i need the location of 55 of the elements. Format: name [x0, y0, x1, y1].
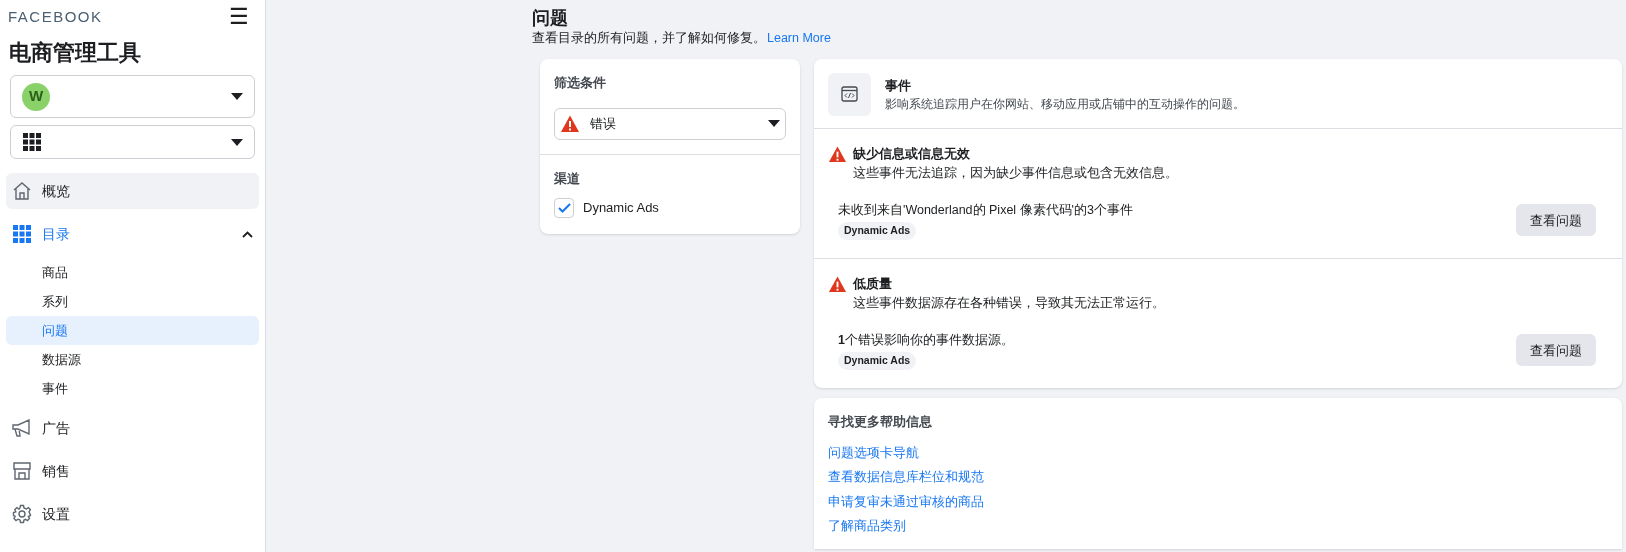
card-title: 事件	[885, 76, 912, 95]
avatar: W	[22, 82, 50, 111]
caret-icon	[231, 138, 243, 146]
nav-item[interactable]: 概览	[6, 173, 259, 209]
issue-group-description: 这些事件数据源存在各种错误，导致其无法正常运行。	[853, 294, 1165, 312]
help-link[interactable]: 申请复审未通过审核的商品	[828, 489, 984, 514]
menu-button[interactable]: ☰	[229, 6, 257, 28]
view-issues-button[interactable]: 查看问题	[1516, 334, 1596, 367]
severity-select[interactable]: 错误	[554, 107, 786, 140]
channel-title: 渠道	[554, 169, 581, 188]
home-icon	[12, 181, 32, 201]
learn-more-link[interactable]: Learn More	[767, 31, 831, 45]
settings-icon	[12, 504, 32, 524]
help-link[interactable]: 问题选项卡导航	[828, 440, 919, 465]
help-title: 寻找更多帮助信息	[828, 413, 933, 431]
checkbox-label: Dynamic Ads	[583, 199, 659, 218]
megaphone-icon	[12, 419, 32, 437]
grid-icon	[22, 132, 42, 152]
account-select[interactable]: W	[10, 75, 255, 118]
nav-item[interactable]: 目录	[6, 216, 259, 252]
nav-subitem[interactable]: 数据源	[6, 345, 259, 374]
storefront-icon	[12, 461, 32, 481]
check-icon	[557, 203, 571, 213]
code-window-icon	[828, 73, 871, 116]
card-description: 影响系统追踪用户在你网站、移动应用或店铺中的互动操作的问题。	[885, 96, 1245, 114]
issue-group-title: 低质量	[853, 276, 893, 293]
nav-item[interactable]: 设置	[6, 496, 259, 532]
caret-icon	[768, 120, 780, 127]
issue-text: 未收到来自'Wonderland的 Pixel 像素代码'的3个事件	[838, 201, 1133, 219]
warning-icon	[560, 113, 580, 134]
nav-item[interactable]: 销售	[6, 453, 259, 489]
nav-subitem[interactable]: 问题	[6, 316, 259, 345]
channel-tag: Dynamic Ads	[838, 352, 917, 370]
nav-subitem[interactable]: 系列	[6, 287, 259, 316]
catalog-select[interactable]	[10, 125, 255, 159]
app-title: 电商管理工具	[9, 39, 142, 67]
caret-icon	[231, 93, 243, 100]
help-link[interactable]: 查看数据信息库栏位和规范	[828, 465, 984, 490]
issue-group-title: 缺少信息或信息无效	[853, 146, 971, 163]
nav-item[interactable]: 广告	[6, 410, 259, 446]
issue-text: 1个错误影响你的事件数据源。	[838, 331, 1014, 349]
nav-subitem[interactable]: 商品	[6, 258, 259, 287]
checkbox[interactable]	[554, 198, 574, 218]
view-issues-button[interactable]: 查看问题	[1516, 204, 1596, 237]
page-subtitle: 查看目录的所有问题，并了解如何修复。	[532, 31, 766, 45]
grid-icon	[12, 224, 32, 244]
issue-group-description: 这些事件无法追踪，因为缺少事件信息或包含无效信息。	[853, 164, 1178, 182]
channel-tag: Dynamic Ads	[838, 222, 917, 240]
help-link[interactable]: 了解商品类别	[828, 514, 906, 539]
warning-icon	[828, 275, 847, 294]
page-title: 问题	[532, 7, 569, 30]
nav-subitem[interactable]: 事件	[6, 374, 259, 403]
filter-title: 筛选条件	[554, 74, 607, 92]
brand-name: FACEBOOK	[8, 6, 103, 27]
warning-icon	[828, 145, 847, 164]
